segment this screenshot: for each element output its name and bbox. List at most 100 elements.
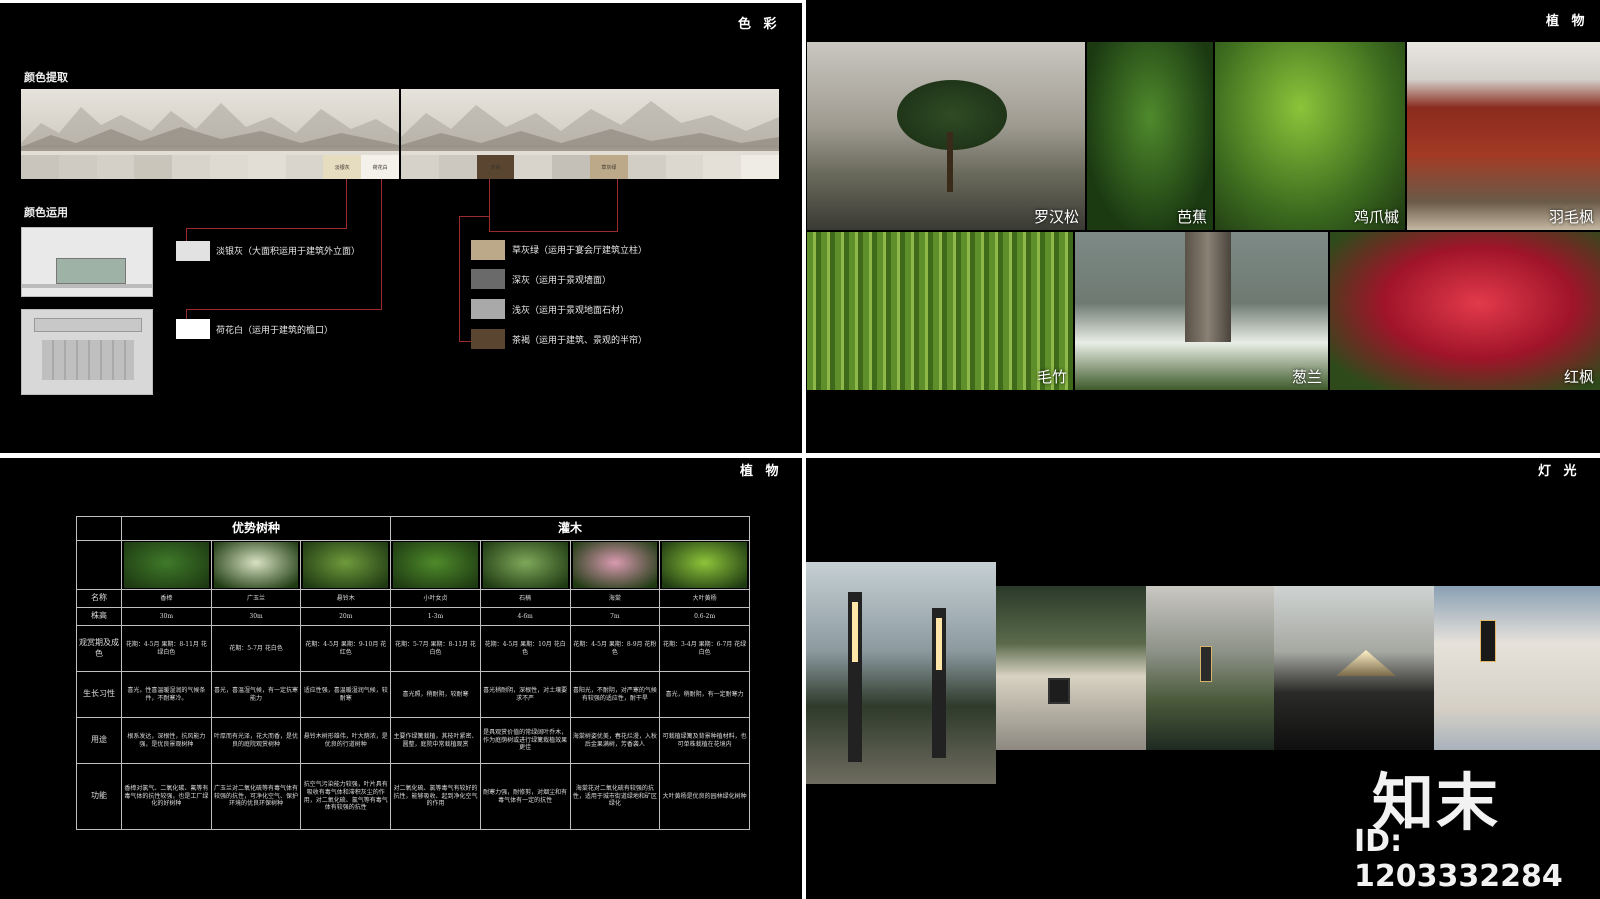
chip-label-lotus-white: 荷花白（运用于建筑的檐口） (216, 326, 334, 336)
lighting-panel-title: 灯 光 (1538, 464, 1581, 479)
species-photo (124, 542, 209, 588)
species-photo (213, 542, 299, 588)
table-cell: 7m (569, 607, 661, 626)
table-row: 观赏期及成色 花期：4-5月 果期：8-11月 花绿白色 花期：5-7月 花白色 花期… (76, 625, 750, 672)
table-cell: 耐寒力强，耐修剪，对烟尘和有毒气体有一定的抗性 (479, 763, 571, 830)
photo-banana: 芭蕉 (1087, 42, 1213, 230)
color-swatch (401, 155, 439, 179)
table-cell: 主要作绿篱栽植，其枝叶紧密、圆整，庭院中常栽植观赏 (390, 717, 481, 764)
photo-bollard-lights (806, 562, 996, 784)
table-photo-row (76, 540, 750, 590)
color-swatch (285, 155, 324, 179)
table-cell: 是具观赏价值的常绿阔叶乔木，作为庭荫树或进行绿篱栽植效果更佳 (479, 717, 571, 764)
color-panel-title: 色 彩 (738, 17, 781, 32)
table-cell: 30m (210, 607, 302, 626)
table-cell: 抗空气污染能力较强，叶片具有吸收有毒气体和滞积灰尘的作用，对二氧化硫、氯气等有毒… (300, 763, 392, 830)
photo-feather-maple: 羽毛枫 (1407, 42, 1600, 230)
photo-wall-lamp (1146, 586, 1274, 750)
photo-red-maple: 红枫 (1330, 232, 1600, 390)
table-cell: 海棠花对二氧化硫有较强的抗性，适用于城市街道绿地和矿区绿化 (569, 763, 661, 830)
photo-japanese-maple: 鸡爪槭 (1215, 42, 1405, 230)
row-label: 株高 (76, 607, 122, 626)
table-row: 株高 30m 30m 20m 1-3m 4-6m 7m 0.6-2m (76, 607, 750, 626)
color-swatch (627, 155, 666, 179)
table-cell: 20m (300, 607, 392, 626)
chip-tea-brown (471, 329, 505, 349)
row-label: 观赏期及成色 (76, 625, 122, 672)
color-swatch (514, 155, 553, 179)
table-cell: 花期：5-7月 花白色 (210, 625, 302, 672)
table-cell: 大叶黄杨 (659, 589, 750, 608)
table-row: 用途 根系发达，深根性，抗风能力强，是优良景观树种 叶厚而有光泽，花大而香，是优良的… (76, 717, 750, 764)
color-panel: 色 彩 颜色提取 淡银灰 荷花白 茶褐 草灰绿 颜色运用 淡银灰（大面积运用于建筑外… (0, 3, 802, 453)
table-cell: 喜光，性喜温暖湿润的气候条件，不耐寒冷。 (121, 671, 212, 718)
landscape-scroll-left: 淡银灰 荷花白 (21, 89, 399, 179)
chip-grass-grey-green (471, 240, 505, 260)
species-photo (662, 542, 747, 588)
color-swatch (552, 155, 590, 179)
table-panel-title: 植 物 (740, 464, 783, 479)
row-label: 生长习性 (76, 671, 122, 718)
group-dominant-trees: 优势树种 (120, 516, 392, 541)
chip-light-silver-grey (176, 241, 210, 261)
table-cell: 大叶黄杨是优良的园林绿化树种 (659, 763, 750, 830)
color-swatch (21, 155, 59, 179)
color-swatch: 茶褐 (476, 155, 515, 179)
table-row: 功能 香樟对氯气、二氧化碳、氟等有毒气体的抗性较强，也是工厂绿化的好树种 广玉兰对二… (76, 763, 750, 830)
group-shrubs: 灌木 (390, 516, 750, 541)
table-cell: 广玉兰 (210, 589, 302, 608)
table-cell: 香樟 (121, 589, 212, 608)
table-cell: 叶厚而有光泽，花大而香，是优良的庭院观赏树种 (210, 717, 302, 764)
table-row: 名称 香樟 广玉兰 悬铃木 小叶女贞 石楠 海棠 大叶黄杨 (76, 589, 750, 608)
table-cell: 喜光，稍耐阴，有一定耐寒力 (659, 671, 750, 718)
swatch-strip-left: 淡银灰 荷花白 (21, 155, 399, 179)
plants-panel-title: 植 物 (1546, 14, 1589, 29)
table-cell: 悬铃木树形雄伟，叶大荫浓，是优良的行道树种 (300, 717, 392, 764)
color-swatch (741, 155, 779, 179)
chip-lotus-white (176, 319, 210, 339)
color-swatch (247, 155, 286, 179)
table-row: 生长习性 喜光，性喜温暖湿润的气候条件，不耐寒冷。 喜光，喜温湿气候，有一定抗寒能力… (76, 671, 750, 718)
table-group-header-row: 优势树种 灌木 (76, 516, 750, 541)
photo-luohan-pine: 罗汉松 (807, 42, 1085, 230)
table-cell: 喜光照，稍耐阴，较耐寒 (390, 671, 481, 718)
chip-dark-grey (471, 269, 505, 289)
plant-species-table: 优势树种 灌木 名称 香樟 广玉兰 悬铃木 小叶女贞 石楠 海棠 大叶黄杨 株高 30m 30m 2… (76, 516, 750, 830)
table-cell: 根系发达，深根性，抗风能力强，是优良景观树种 (121, 717, 212, 764)
building-elevation-bottom (21, 309, 153, 395)
row-label: 用途 (76, 717, 122, 764)
color-swatch (665, 155, 704, 179)
table-cell: 悬铃木 (300, 589, 392, 608)
photo-pavilion-lights (1274, 586, 1434, 750)
table-cell: 30m (121, 607, 212, 626)
caption-zephyranthes: 葱兰 (1291, 368, 1322, 386)
caption-feather-maple: 羽毛枫 (1548, 208, 1594, 226)
table-cell: 广玉兰对二氧化硫等有毒气体有较强的抗性，可净化空气、保护环境的优良环保树种 (210, 763, 302, 830)
table-cell: 花期：3-4月 果期：6-7月 花绿白色 (659, 625, 750, 672)
table-cell: 1-3m (390, 607, 481, 626)
table-cell: 花期：4-5月 果期：8-9月 花粉色 (569, 625, 661, 672)
table-cell: 喜光，喜温湿气候，有一定抗寒能力 (210, 671, 302, 718)
photo-facade-lamp (1434, 586, 1600, 750)
row-label: 功能 (76, 763, 122, 830)
chip-label-dark-grey: 深灰（运用于景观墙面） (512, 276, 612, 286)
lighting-panel: 灯 光 知末 ID: 1203332284 (806, 458, 1600, 899)
color-swatch: 草灰绿 (589, 155, 628, 179)
table-cell: 石楠 (479, 589, 571, 608)
plants-photo-panel: 植 物 罗汉松 芭蕉 鸡爪槭 羽毛枫 毛竹 葱兰 红枫 (806, 0, 1600, 453)
table-cell: 香樟对氯气、二氧化碳、氟等有毒气体的抗性较强，也是工厂绿化的好树种 (121, 763, 212, 830)
landscape-scroll-right: 茶褐 草灰绿 (401, 89, 779, 179)
color-swatch (438, 155, 477, 179)
table-cell: 适应性强，喜温暖湿润气候，较耐寒 (300, 671, 392, 718)
table-cell: 海棠 (569, 589, 661, 608)
color-swatch: 淡银灰 (323, 155, 362, 179)
caption-moso-bamboo: 毛竹 (1036, 368, 1067, 386)
color-swatch (58, 155, 97, 179)
caption-red-maple: 红枫 (1563, 368, 1594, 386)
species-photo (572, 542, 658, 588)
building-elevation-top (21, 227, 153, 297)
plant-table-panel: 植 物 优势树种 灌木 名称 香樟 广玉兰 悬铃木 小叶女贞 石楠 海棠 大叶黄杨 株高 30m… (0, 458, 802, 899)
caption-japanese-maple: 鸡爪槭 (1353, 208, 1399, 226)
chip-label-light-grey: 浅灰（运用于景观地面石材） (512, 306, 630, 316)
table-cell: 4-6m (479, 607, 571, 626)
